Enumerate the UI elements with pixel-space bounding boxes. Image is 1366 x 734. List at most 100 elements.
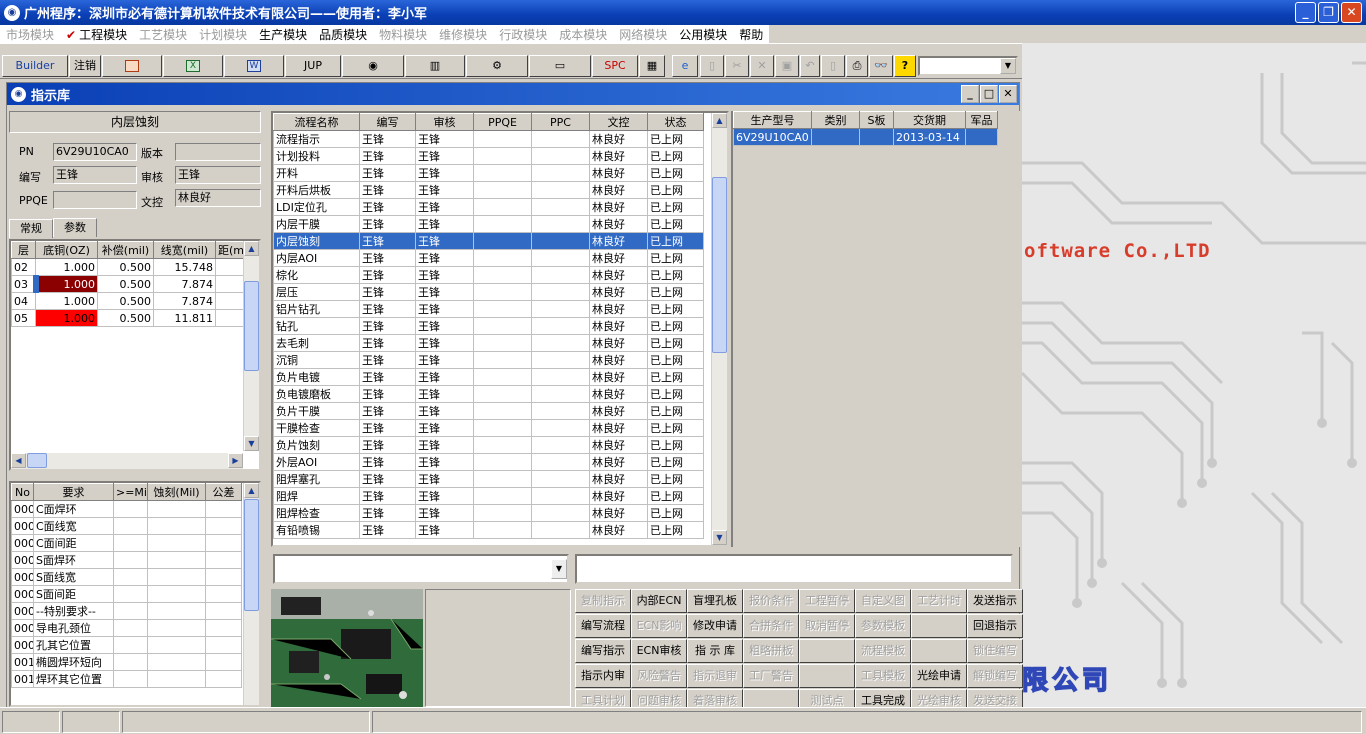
table-cell[interactable]: [531, 504, 590, 522]
column-header[interactable]: 军品: [965, 111, 998, 129]
scroll-thumb[interactable]: [712, 177, 727, 353]
table-row[interactable]: 内层AOI 王锋 王锋 林良好 已上网: [273, 249, 704, 267]
jup-button[interactable]: JUP: [285, 55, 341, 77]
table-cell[interactable]: [473, 283, 532, 301]
table-cell[interactable]: [215, 309, 244, 327]
table-cell[interactable]: 王锋: [359, 402, 416, 420]
menu-item-12[interactable]: 帮助: [733, 26, 769, 43]
table-cell[interactable]: 000: [11, 551, 34, 569]
menu-item-5[interactable]: 品质模块: [313, 26, 373, 43]
eye-icon[interactable]: ◉: [342, 55, 404, 77]
scroll-right-icon[interactable]: ▶: [228, 453, 243, 468]
table-cell[interactable]: 王锋: [415, 317, 474, 335]
table-cell[interactable]: [205, 602, 242, 620]
table-cell[interactable]: 000: [11, 585, 34, 603]
table-row[interactable]: 6V29U10CA0 2013-03-14: [733, 128, 998, 146]
table-cell[interactable]: [473, 232, 532, 250]
action-button-3-6[interactable]: 光绘申请: [911, 664, 967, 688]
menu-item-1[interactable]: ✔ 工程模块: [60, 26, 133, 43]
table-cell[interactable]: 0.500: [97, 309, 154, 327]
table-cell[interactable]: [531, 436, 590, 454]
logout-button[interactable]: 注销: [69, 55, 101, 77]
table-cell[interactable]: 林良好: [589, 147, 648, 165]
action-button-2-4[interactable]: [799, 639, 855, 663]
table-cell[interactable]: 001: [11, 670, 34, 688]
table-cell[interactable]: 棕化: [273, 266, 360, 284]
table-cell[interactable]: [531, 368, 590, 386]
table-cell[interactable]: 王锋: [359, 181, 416, 199]
table-cell[interactable]: --特别要求--: [33, 602, 114, 620]
menu-item-8[interactable]: 行政模块: [493, 26, 553, 43]
action-button-4-1[interactable]: 问题审核: [631, 689, 687, 707]
table-row[interactable]: 干膜检查 王锋 王锋 林良好 已上网: [273, 419, 704, 437]
column-header[interactable]: 距(mi: [215, 241, 244, 259]
table-cell[interactable]: 王锋: [415, 147, 474, 165]
table-cell[interactable]: 王锋: [359, 470, 416, 488]
table-cell[interactable]: 000: [11, 619, 34, 637]
action-button-4-5[interactable]: 工具完成: [855, 689, 911, 707]
table-cell[interactable]: 林良好: [589, 334, 648, 352]
tab-general[interactable]: 常规: [9, 219, 53, 238]
table-cell[interactable]: [147, 517, 206, 535]
table-row[interactable]: 负片电镀 王锋 王锋 林良好 已上网: [273, 368, 704, 386]
table-cell[interactable]: [859, 128, 894, 146]
table-row[interactable]: 阻焊检查 王锋 王锋 林良好 已上网: [273, 504, 704, 522]
table-cell[interactable]: 林良好: [589, 283, 648, 301]
table-cell[interactable]: 2013-03-14: [893, 128, 966, 146]
preview-icon[interactable]: ▯: [821, 55, 845, 77]
table-cell[interactable]: 林良好: [589, 521, 648, 539]
chevron-down-icon[interactable]: ▼: [1000, 58, 1016, 74]
table-cell[interactable]: [113, 653, 148, 671]
table-cell[interactable]: [205, 636, 242, 654]
table-cell[interactable]: 已上网: [647, 317, 704, 335]
action-button-0-1[interactable]: 内部ECN: [631, 589, 687, 613]
scroll-thumb[interactable]: [244, 499, 259, 611]
table-cell[interactable]: 1.000: [35, 258, 98, 276]
review-field[interactable]: 王锋: [175, 166, 261, 184]
table-cell[interactable]: [531, 266, 590, 284]
layer-vscroll[interactable]: ▲ ▼: [243, 241, 259, 451]
action-button-2-1[interactable]: ECN审核: [631, 639, 687, 663]
table-cell[interactable]: [147, 585, 206, 603]
action-button-4-6[interactable]: 光绘审核: [911, 689, 967, 707]
table-cell[interactable]: [531, 181, 590, 199]
action-button-0-7[interactable]: 发送指示: [967, 589, 1023, 613]
table-row[interactable]: 铝片钻孔 王锋 王锋 林良好 已上网: [273, 300, 704, 318]
table-cell[interactable]: [205, 670, 242, 688]
minimize-button[interactable]: _: [1295, 2, 1316, 23]
column-header[interactable]: 流程名称: [273, 113, 360, 131]
table-row[interactable]: 负片干膜 王锋 王锋 林良好 已上网: [273, 402, 704, 420]
table-cell[interactable]: [147, 653, 206, 671]
ie-icon[interactable]: e: [672, 55, 698, 77]
notes-field[interactable]: [575, 554, 1013, 584]
table-cell[interactable]: 负片干膜: [273, 402, 360, 420]
table-cell[interactable]: 负电镀磨板: [273, 385, 360, 403]
table-cell[interactable]: [147, 602, 206, 620]
builder-button[interactable]: Builder: [2, 55, 68, 77]
table-cell[interactable]: [473, 351, 532, 369]
action-button-1-7[interactable]: 回退指示: [967, 614, 1023, 638]
table-cell[interactable]: [531, 198, 590, 216]
table-cell[interactable]: 已上网: [647, 232, 704, 250]
table-row[interactable]: 内层蚀刻 王锋 王锋 林良好 已上网: [273, 232, 704, 250]
table-cell[interactable]: 林良好: [589, 232, 648, 250]
menu-item-4[interactable]: 生产模块: [253, 26, 313, 43]
table-cell[interactable]: [147, 551, 206, 569]
table-cell[interactable]: 王锋: [359, 504, 416, 522]
table-row[interactable]: 计划投料 王锋 王锋 林良好 已上网: [273, 147, 704, 165]
table-cell[interactable]: [473, 504, 532, 522]
table-cell[interactable]: [205, 619, 242, 637]
table-cell[interactable]: 001: [11, 653, 34, 671]
column-header[interactable]: 蚀刻(Mil): [147, 483, 206, 501]
action-button-2-5[interactable]: 流程模板: [855, 639, 911, 663]
table-cell[interactable]: [531, 334, 590, 352]
table-cell[interactable]: 王锋: [415, 164, 474, 182]
action-button-4-4[interactable]: 测试点: [799, 689, 855, 707]
table-cell[interactable]: 7.874: [153, 275, 216, 293]
table-cell[interactable]: 05: [11, 309, 36, 327]
table-cell[interactable]: 林良好: [589, 198, 648, 216]
table-cell[interactable]: 王锋: [415, 351, 474, 369]
table-cell[interactable]: [531, 232, 590, 250]
table-cell[interactable]: 阻焊塞孔: [273, 470, 360, 488]
table-cell[interactable]: 王锋: [359, 215, 416, 233]
